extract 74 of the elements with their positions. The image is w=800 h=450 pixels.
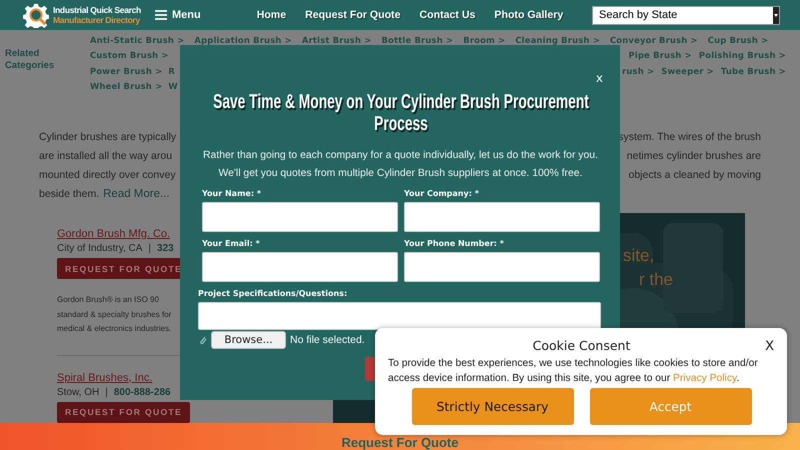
- category-link[interactable]: Sweeper >: [661, 64, 714, 78]
- company-description: medical & electronics industries.: [57, 323, 172, 335]
- cookie-title: Cookie Consent: [532, 338, 630, 353]
- nav-link[interactable]: Contact Us: [419, 9, 476, 21]
- phone-number[interactable]: 323: [157, 242, 174, 256]
- intro-text: mounted directly over convey: [39, 169, 176, 181]
- company-location: City of Industry, CA: [57, 242, 142, 256]
- category-link[interactable]: Polishing Brush >: [698, 49, 786, 62]
- category-link[interactable]: Anti-Static Brush >: [90, 34, 184, 47]
- related-categories-title: Related Categories: [4, 48, 56, 72]
- company-description: Gordon Brush® is an ISO 90: [57, 294, 159, 306]
- category-link[interactable]: Power Brush >: [90, 64, 162, 78]
- banner-text: r the: [639, 269, 674, 291]
- intro-text: system. The wires of the brush: [618, 130, 761, 145]
- intro-text: are installed all the way arou: [39, 150, 172, 162]
- category-link[interactable]: Broom >: [463, 34, 506, 47]
- dialog-title: Save Time & Money on Your Cylinder Brush Procurement Process: [212, 91, 590, 135]
- close-button[interactable]: X: [765, 339, 774, 354]
- cookie-text: To provide the best experiences, we use technologies like cookies to store and/or access device information. By using this site, you agree to our Privacy Policy.: [388, 357, 759, 386]
- category-link[interactable]: Bottle Brush >: [381, 34, 454, 47]
- category-link[interactable]: R: [168, 64, 175, 78]
- field-label: Your Company: *: [404, 189, 479, 199]
- field-label: Your Name: *: [202, 189, 262, 199]
- input-field[interactable]: [198, 302, 601, 330]
- category-link[interactable]: Wheel Brush >: [90, 80, 162, 94]
- company-link[interactable]: Spiral Brushes, Inc.: [57, 370, 152, 384]
- menu-icon: [154, 10, 167, 20]
- read-more-link[interactable]: Read More...: [103, 188, 170, 200]
- input-field[interactable]: [202, 202, 398, 232]
- category-link[interactable]: Custom Brush >: [90, 49, 169, 62]
- intro-text: objects a cleaned by moving: [628, 168, 761, 183]
- logo-subtitle[interactable]: Manufacturer Directory: [53, 15, 140, 25]
- browse-button[interactable]: Browse...: [211, 331, 286, 349]
- company-link[interactable]: Gordon Brush Mfg. Co.: [57, 227, 170, 241]
- separator: |: [148, 242, 152, 256]
- intro-text: beside them.: [39, 188, 100, 200]
- category-link[interactable]: W: [168, 80, 178, 94]
- file-status: No file selected.: [290, 334, 365, 346]
- company-location: Stow, OH: [57, 386, 100, 400]
- field-label: Your Phone Number: *: [404, 239, 504, 249]
- category-link[interactable]: Artist Brush >: [302, 34, 372, 47]
- nav-link[interactable]: Home: [256, 9, 286, 21]
- nav-link[interactable]: Photo Gallery: [494, 9, 564, 21]
- category-link[interactable]: Tube Brush >: [720, 64, 786, 78]
- logo-title[interactable]: Industrial Quick Search: [53, 5, 141, 15]
- request-quote-button[interactable]: REQUEST FOR QUOTE: [57, 402, 190, 422]
- strictly-necessary-button[interactable]: Strictly Necessary: [412, 388, 574, 425]
- menu-button[interactable]: Menu: [154, 9, 201, 21]
- dialog-intro: Rather than going to each company for a quote individually, let us do the work for you. We'll get you quotes from multiple Cylinder Brush suppliers at once. 100% free.: [202, 149, 599, 181]
- company-description: standard & specialty brushes for: [57, 308, 172, 321]
- category-link[interactable]: Pipe Brush >: [628, 49, 692, 62]
- field-label: Your Email: *: [202, 239, 260, 249]
- input-field[interactable]: [404, 202, 600, 232]
- request-quote-link[interactable]: Request For Quote: [341, 435, 458, 450]
- intro-text: Cylinder brushes are typically: [39, 131, 176, 143]
- category-link[interactable]: Application Brush >: [194, 34, 292, 47]
- banner-text: site,: [623, 245, 654, 267]
- input-field[interactable]: [202, 252, 398, 282]
- category-link[interactable]: Cup Brush >: [708, 34, 768, 47]
- category-link[interactable]: Conveyor Brush >: [610, 34, 698, 47]
- field-label: Project Specifications/Questions:: [198, 289, 348, 299]
- paperclip-icon: [199, 335, 207, 345]
- caret-icon: [773, 6, 779, 24]
- input-field[interactable]: [404, 252, 600, 282]
- close-button[interactable]: x: [596, 71, 603, 85]
- nav-link[interactable]: Request For Quote: [305, 9, 400, 21]
- accept-button[interactable]: Accept: [590, 388, 752, 425]
- separator: |: [105, 386, 108, 400]
- phone-number[interactable]: 800-888-286: [114, 386, 171, 400]
- category-link[interactable]: Cleaning Brush >: [515, 34, 600, 47]
- category-link[interactable]: rush >: [622, 64, 654, 78]
- privacy-policy-link[interactable]: Privacy Policy: [673, 372, 736, 384]
- state-select[interactable]: Search by State: [592, 6, 780, 24]
- intro-text: netimes cylinder brushes are: [626, 149, 761, 164]
